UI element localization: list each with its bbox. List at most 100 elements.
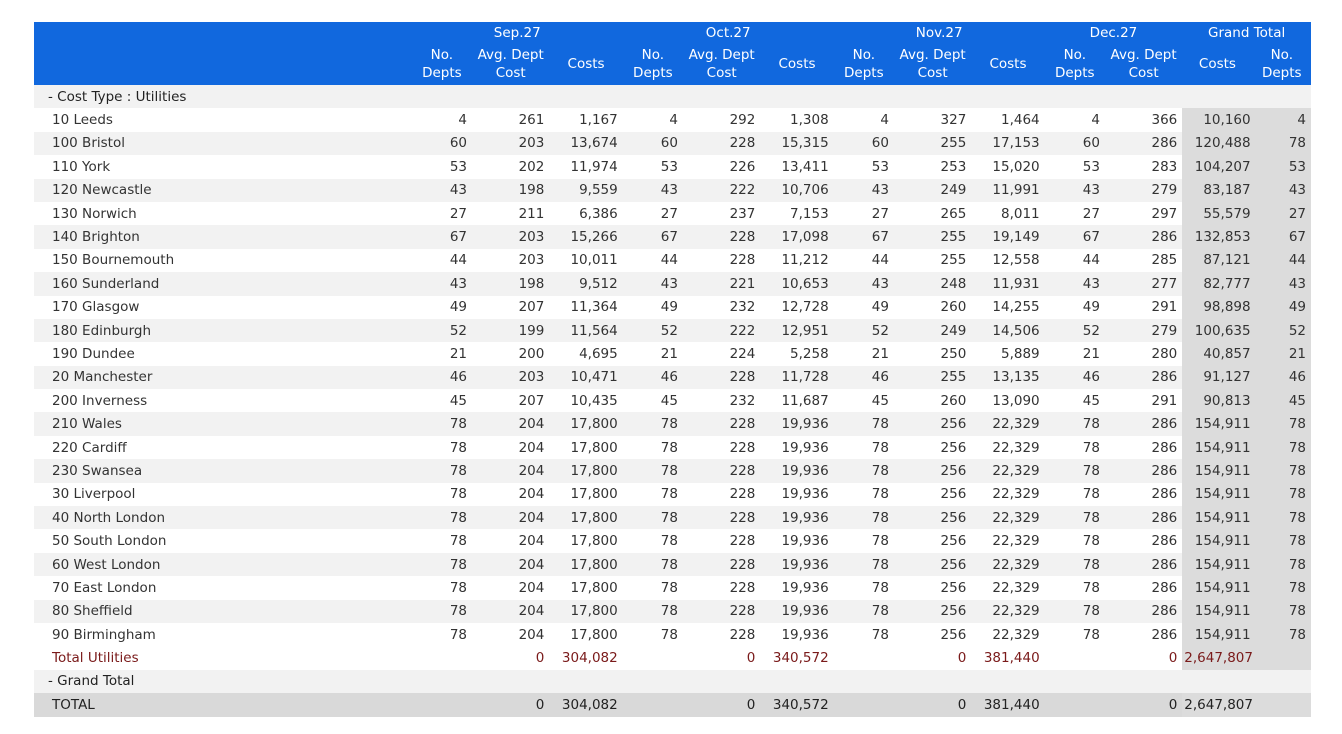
value-cell: 21: [660, 345, 678, 362]
value-cell: 19,936: [781, 533, 829, 550]
table-row[interactable]: 50 South London 78 204 17,800 78 228 19,936 78 2…: [34, 529, 1311, 553]
measure-header-avg[interactable]: Avg. Dept Cost: [472, 43, 550, 85]
value-cell: 283: [1151, 158, 1178, 175]
table-row[interactable]: 220 Cardiff 78 204 17,800 78 228 19,936 78 256 22…: [34, 435, 1311, 460]
table-row[interactable]: 60 West London 78 204 17,800 78 228 19,936 78 25…: [34, 552, 1311, 577]
table-row[interactable]: 120 Newcastle 43 198 9,559 43 222 10,706 43 249 1…: [34, 178, 1311, 202]
value-cell: 43: [1044, 272, 1105, 296]
value-cell: 265: [940, 205, 967, 222]
pivot-table: Sep.27 Oct.27 Nov.27 Dec.27 Grand Total …: [34, 22, 1311, 717]
value-cell: 204: [472, 459, 550, 483]
measure-header-costs[interactable]: Costs: [971, 43, 1045, 85]
value-cell: 211: [518, 205, 545, 222]
measure-header-avg[interactable]: Avg. Dept Cost: [893, 43, 972, 85]
table-row[interactable]: 190 Dundee 21 200 4,695 21 224 5,258 21 250 5,889…: [34, 342, 1311, 366]
value-cell: 10,471: [549, 365, 623, 390]
value-cell: 285: [1151, 252, 1178, 269]
measure-header-avg[interactable]: Avg. Dept Cost: [1104, 43, 1183, 85]
grand-total-cell: 82,777: [1182, 272, 1253, 296]
value-cell: 78: [660, 626, 678, 643]
value-cell: 78: [871, 533, 889, 550]
value-cell: 203: [472, 365, 550, 390]
value-cell: 78: [833, 459, 894, 483]
value-cell: 67: [622, 225, 683, 249]
grand-total-cell: 2,647,807: [1182, 693, 1253, 717]
grand-total-cell: 49: [1252, 295, 1311, 319]
value-cell: 17,098: [760, 225, 834, 249]
grand-total-cell: 91,127: [1182, 365, 1253, 390]
row-label: 150 Bournemouth: [52, 252, 175, 269]
measure-header-avg[interactable]: Avg. Dept Cost: [682, 43, 761, 85]
value-cell: 78: [1082, 626, 1100, 643]
value-cell: 228: [729, 626, 756, 643]
table-row[interactable]: 30 Liverpool 78 204 17,800 78 228 19,936 78 256 2…: [34, 482, 1311, 507]
grand-total-cell: 78: [1252, 435, 1311, 460]
table-row[interactable]: 180 Edinburgh 52 199 11,564 52 222 12,951 52 249…: [34, 318, 1311, 343]
value-cell: 15,020: [992, 158, 1040, 175]
value-cell: 9,512: [549, 272, 623, 296]
value-cell: 22,329: [992, 579, 1040, 596]
pivot-table-container: Sep.27 Oct.27 Nov.27 Dec.27 Grand Total …: [34, 22, 1311, 717]
measure-header-costs[interactable]: Costs: [760, 43, 834, 85]
measure-header-depts[interactable]: No. Depts: [622, 43, 683, 85]
value-cell: 17,800: [570, 533, 618, 550]
grand-total-header[interactable]: Grand Total: [1182, 22, 1311, 43]
table-row[interactable]: 40 North London 78 204 17,800 78 228 19,936 78 2…: [34, 506, 1311, 530]
table-row[interactable]: 130 Norwich 27 211 6,386 27 237 7,153 27 265 8,01…: [34, 201, 1311, 226]
grand-total-row[interactable]: TOTAL 0 304,082 0 340,572 0 381,440 0 2,647,807: [34, 693, 1311, 717]
table-row[interactable]: 140 Brighton 67 203 15,266 67 228 17,098 67 255 1…: [34, 225, 1311, 249]
value-cell: 11,364: [570, 299, 618, 316]
section-header-utilities-label[interactable]: - Cost Type : Utilities: [34, 85, 1311, 109]
table-row[interactable]: 20 Manchester 46 203 10,471 46 228 11,728 46 255…: [34, 365, 1311, 390]
grand-total-cell: 78: [1252, 412, 1311, 436]
value-cell: 250: [940, 345, 967, 362]
value-cell: 78: [833, 599, 894, 623]
table-row[interactable]: 110 York 53 202 11,974 53 226 13,411 53 253 15,02…: [34, 155, 1311, 179]
table-row[interactable]: 160 Sunderland 43 198 9,512 43 221 10,653 43 248…: [34, 272, 1311, 296]
value-cell: 14,506: [971, 318, 1045, 343]
value-cell: 78: [449, 579, 468, 596]
value-cell: 256: [893, 459, 972, 483]
grand-total-cell: 52: [1252, 318, 1311, 343]
total-utilities-row[interactable]: Total Utilities 0 304,082 0 340,572 0 381,440 0…: [34, 646, 1311, 670]
value-cell: 256: [940, 533, 967, 550]
section-header-grand-total[interactable]: - Grand Total: [34, 669, 1311, 694]
measure-header-depts[interactable]: No. Depts: [833, 43, 894, 85]
table-row[interactable]: 230 Swansea 78 204 17,800 78 228 19,936 78 256 22…: [34, 459, 1311, 483]
row-label: 60 West London: [34, 552, 412, 577]
row-label: 190 Dundee: [52, 345, 135, 362]
table-row[interactable]: 70 East London 78 204 17,800 78 228 19,936 78 25…: [34, 576, 1311, 600]
table-row[interactable]: 100 Bristol 60 203 13,674 60 228 15,315 60 255 17…: [34, 131, 1311, 156]
month-header-oct[interactable]: Oct.27: [622, 22, 834, 43]
value-cell: 13,135: [971, 365, 1045, 390]
table-row[interactable]: 150 Bournemouth 44 203 10,011 44 228 11,212 44 2…: [34, 248, 1311, 273]
value-cell: 226: [729, 158, 756, 175]
table-row[interactable]: 10 Leeds 4 261 1,167 4 292 1,308 4 327 1,464 4 366 1…: [34, 108, 1311, 132]
value-cell: 207: [518, 392, 545, 409]
table-row[interactable]: 210 Wales 78 204 17,800 78 228 19,936 78 256 22,3…: [34, 412, 1311, 436]
table-row[interactable]: 200 Inverness 45 207 10,435 45 232 11,687 45 260…: [34, 389, 1311, 413]
month-header-sep[interactable]: Sep.27: [411, 22, 623, 43]
section-header-grand-total-label[interactable]: - Grand Total: [34, 669, 1311, 694]
month-header-nov[interactable]: Nov.27: [833, 22, 1045, 43]
grand-total-cell: 83,187: [1182, 178, 1253, 202]
value-cell: 11,991: [971, 178, 1045, 202]
table-row[interactable]: 90 Birmingham 78 204 17,800 78 228 19,936 78 256…: [34, 622, 1311, 647]
measure-header-depts[interactable]: No. Depts: [411, 43, 473, 85]
value-cell: 78: [1082, 579, 1100, 596]
value-cell: 10,706: [760, 178, 834, 202]
grand-measure-depts[interactable]: No. Depts: [1252, 43, 1311, 85]
measure-header-costs[interactable]: Costs: [549, 43, 623, 85]
month-header-dec[interactable]: Dec.27: [1044, 22, 1183, 43]
value-cell: 43: [411, 178, 473, 202]
grand-measure-costs[interactable]: Costs: [1182, 43, 1253, 85]
table-row[interactable]: 170 Glasgow 49 207 11,364 49 232 12,728 49 260 14…: [34, 295, 1311, 319]
section-header-utilities[interactable]: - Cost Type : Utilities: [34, 85, 1311, 109]
value-cell: 13,411: [781, 158, 829, 175]
value-cell: 78: [1044, 459, 1105, 483]
value-cell: 19,936: [781, 626, 829, 643]
grand-total-cell: 78: [1252, 552, 1311, 577]
measure-header-depts[interactable]: No. Depts: [1044, 43, 1105, 85]
value-cell: 78: [871, 439, 889, 456]
table-row[interactable]: 80 Sheffield 78 204 17,800 78 228 19,936 78 256 2…: [34, 599, 1311, 623]
